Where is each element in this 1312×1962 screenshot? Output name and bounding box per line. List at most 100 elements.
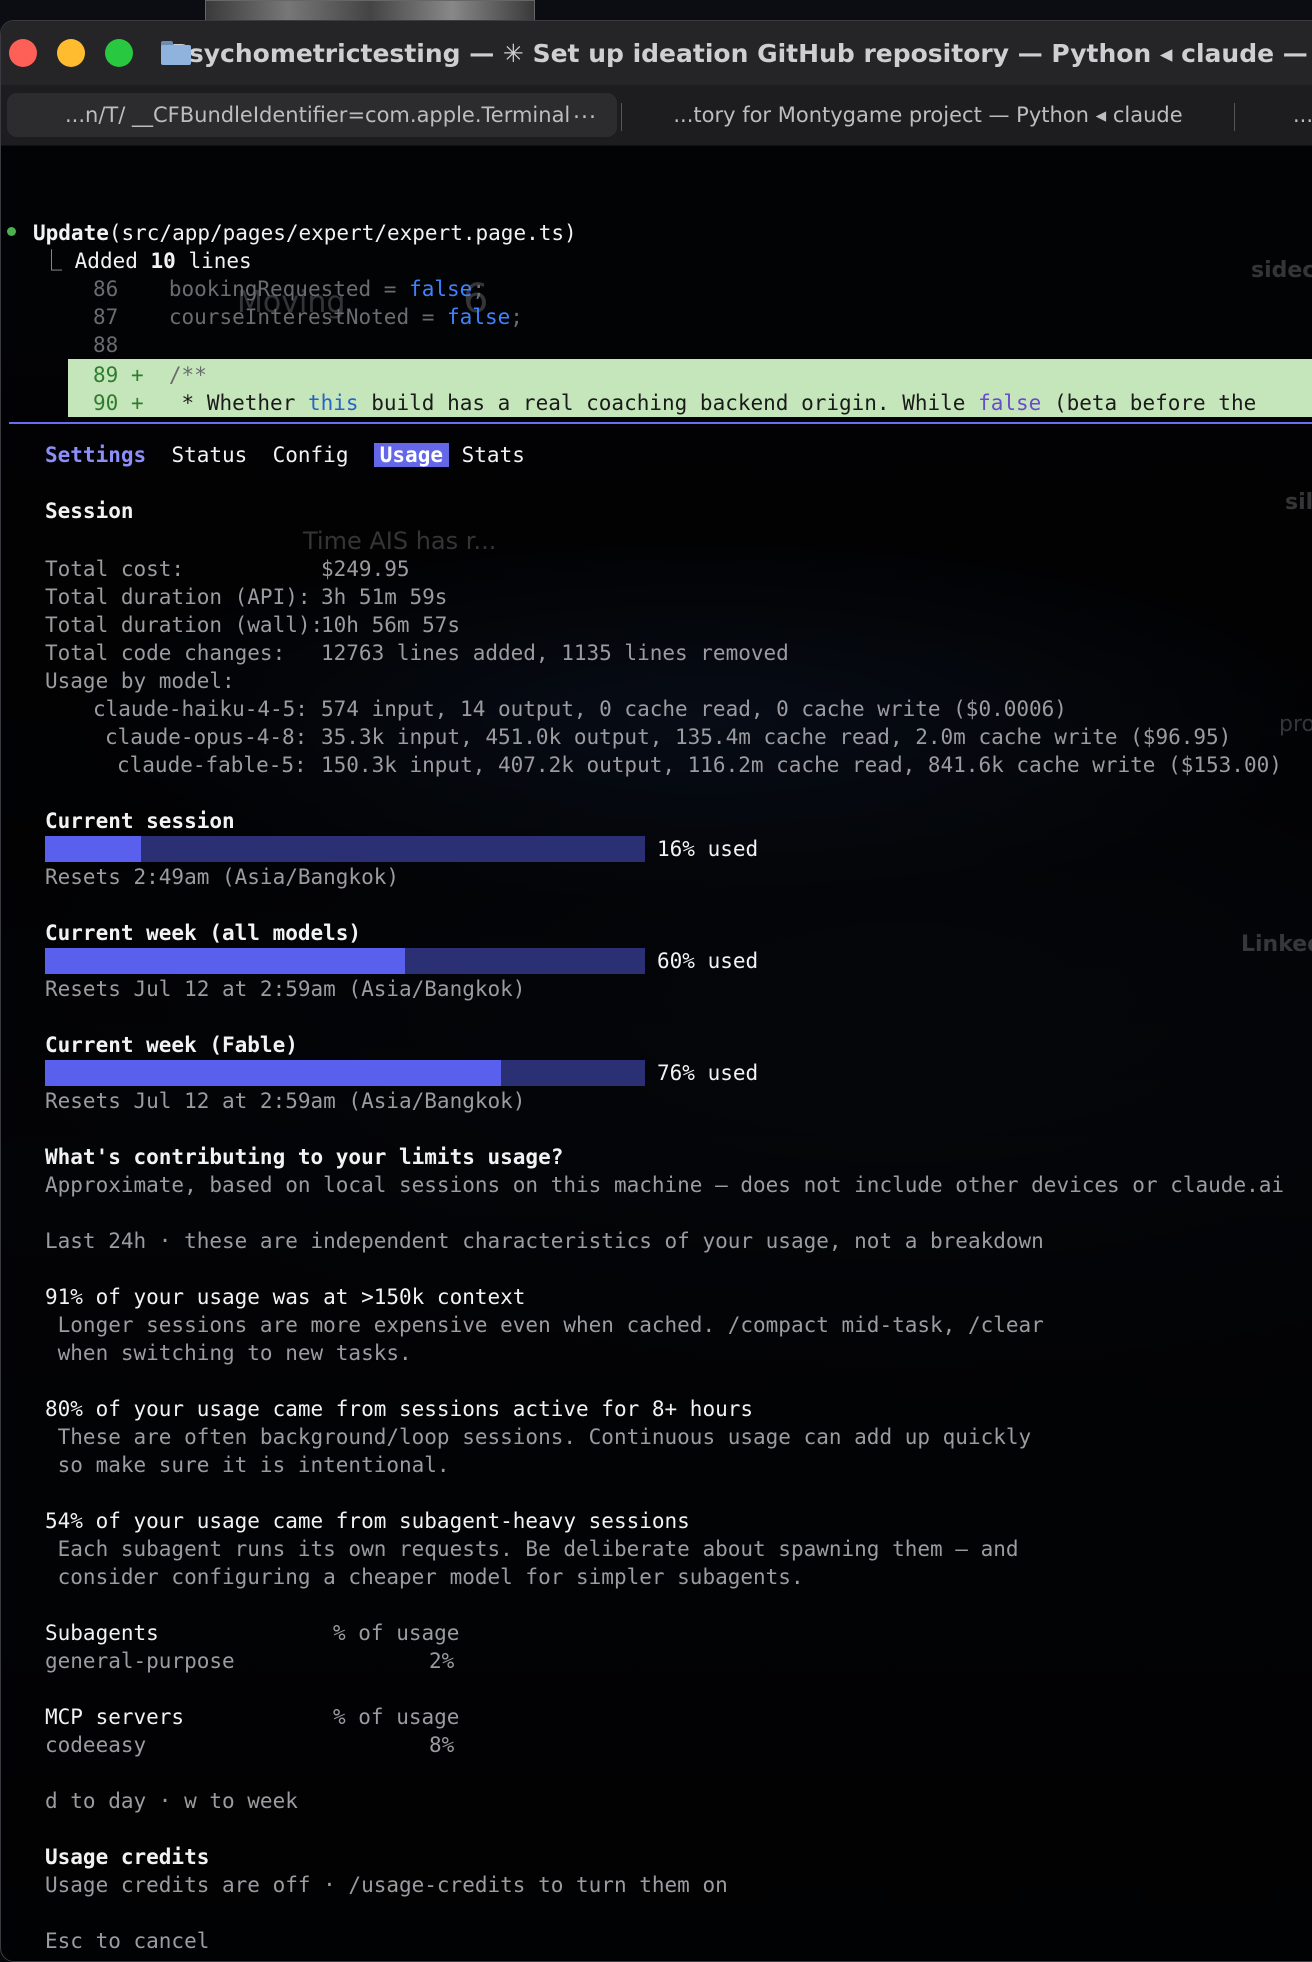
- code-keyword: this: [307, 391, 359, 415]
- diff-context-line: 88: [93, 331, 118, 359]
- contrib-item-text: when switching to new tasks.: [45, 1341, 412, 1365]
- tab-overflow-icon[interactable]: ...: [573, 99, 597, 124]
- zoom-button[interactable]: [105, 39, 133, 67]
- line-number: 90: [93, 391, 119, 415]
- session-label: Total code changes:: [45, 641, 286, 665]
- progress-fill: [45, 1060, 501, 1086]
- terminal-window: Psychometrictesting — ✳ Set up ideation …: [0, 20, 1312, 1962]
- session-label: Total duration (wall):: [45, 613, 324, 637]
- model-usage: 150.3k input, 407.2k output, 116.2m cach…: [321, 753, 1282, 777]
- status-dot-icon: [7, 227, 16, 236]
- session-label: Total duration (API):: [45, 585, 311, 609]
- mcp-server-name: codeeasy: [45, 1733, 147, 1757]
- code-text: (beta before the: [1041, 391, 1257, 415]
- tab-divider: [1234, 103, 1235, 131]
- diff-sign: +: [130, 363, 144, 387]
- contrib-item-text: Longer sessions are more expensive even …: [45, 1313, 1044, 1337]
- contrib-note: Approximate, based on local sessions on …: [45, 1173, 1285, 1197]
- tab-terminal[interactable]: ...n/T/ __CFBundleIdentifier=com.apple.T…: [7, 93, 617, 137]
- contrib-item-text: so make sure it is intentional.: [45, 1453, 450, 1477]
- summary-prefix: Added: [74, 249, 151, 273]
- code-text: ;: [472, 277, 485, 301]
- period-toggle-hint: d to day · w to week: [45, 1789, 298, 1813]
- contrib-item-title: 91% of your usage was at >150k context: [45, 1285, 526, 1309]
- settings-menu: Settings Status Config Usage Stats: [45, 441, 525, 469]
- line-number: 89: [93, 363, 119, 387]
- code-text: ;: [510, 305, 523, 329]
- limit-used-label: 76% used: [657, 1061, 759, 1085]
- update-file: (src/app/pages/expert/expert.page.ts): [108, 221, 577, 245]
- code-text: courseInterestNoted =: [168, 305, 448, 329]
- limit-resets: Resets Jul 12 at 2:59am (Asia/Bangkok): [45, 1089, 526, 1113]
- progress-bar: [45, 836, 645, 862]
- tab-stats[interactable]: Stats: [462, 443, 525, 467]
- subagents-col-header: % of usage: [333, 1621, 460, 1645]
- session-value: $249.95: [321, 557, 410, 581]
- contrib-item-title: 54% of your usage came from subagent-hea…: [45, 1509, 690, 1533]
- contrib-item-text: consider configuring a cheaper model for…: [45, 1565, 804, 1589]
- summary-suffix: lines: [175, 249, 252, 273]
- usage-by-model-label: Usage by model:: [45, 669, 235, 693]
- contrib-period: Last 24h · these are independent charact…: [45, 1229, 1044, 1253]
- limit-title: Current session: [45, 809, 235, 833]
- tab-montygame[interactable]: ...tory for Montygame project — Python ◂…: [623, 93, 1233, 137]
- update-header: Update(src/app/pages/expert/expert.page.…: [33, 219, 577, 247]
- code-keyword: false: [447, 305, 511, 329]
- cancel-hint: Esc to cancel: [45, 1929, 210, 1953]
- tab-label: ...: [1293, 103, 1312, 127]
- summary-count: 10: [150, 249, 176, 273]
- terminal-content: Moving 6 Time AIS has r... sidec sil pro…: [1, 145, 1312, 1961]
- code-text: /**: [168, 363, 207, 387]
- session-value: 12763 lines added, 1135 lines removed: [321, 641, 789, 665]
- tab-divider: [621, 103, 622, 131]
- progress-fill: [45, 948, 405, 974]
- bg-ghost-time: Time AIS has r...: [303, 527, 497, 555]
- tab-settings[interactable]: Settings: [45, 443, 146, 467]
- session-heading: Session: [45, 499, 134, 523]
- tab-bar: ...n/T/ __CFBundleIdentifier=com.apple.T…: [1, 85, 1312, 146]
- progress-bar: [45, 948, 645, 974]
- contrib-item-text: These are often background/loop sessions…: [45, 1425, 1032, 1449]
- contrib-item-text: Each subagent runs its own requests. Be …: [45, 1537, 1019, 1561]
- bg-ghost-side: sil: [1285, 490, 1312, 515]
- update-action: Update: [33, 221, 109, 245]
- limit-used-label: 60% used: [657, 949, 759, 973]
- tab-label: ...tory for Montygame project — Python ◂…: [673, 103, 1183, 127]
- diff-added-line: 90 + * Whether this build has a real coa…: [93, 389, 1256, 417]
- close-button[interactable]: [9, 39, 37, 67]
- line-number: 88: [93, 333, 119, 357]
- code-keyword: false: [978, 391, 1042, 415]
- background-window-thumbnail: [205, 0, 535, 22]
- progress-bar: [45, 1060, 645, 1086]
- subagent-name: general-purpose: [45, 1649, 235, 1673]
- tab-usage[interactable]: Usage: [373, 443, 449, 467]
- tab-status[interactable]: Status: [171, 443, 247, 467]
- limit-title: Current week (all models): [45, 921, 362, 945]
- code-text: build has a real coaching backend origin…: [358, 391, 979, 415]
- tab-label: ...n/T/ __CFBundleIdentifier=com.apple.T…: [65, 103, 571, 127]
- model-name: claude-fable-5:: [117, 753, 307, 777]
- diff-context-line: 86 bookingRequested = false;: [93, 275, 485, 303]
- limit-resets: Resets Jul 12 at 2:59am (Asia/Bangkok): [45, 977, 526, 1001]
- mcp-header: MCP servers: [45, 1705, 185, 1729]
- code-text: * Whether: [168, 391, 308, 415]
- credits-text: Usage credits are off · /usage-credits t…: [45, 1873, 728, 1897]
- limit-used-label: 16% used: [657, 837, 759, 861]
- contrib-item-title: 80% of your usage came from sessions act…: [45, 1397, 754, 1421]
- session-value: 10h 56m 57s: [321, 613, 461, 637]
- tab-more[interactable]: ...: [1261, 93, 1312, 137]
- bg-ghost-side: pro: [1279, 712, 1312, 737]
- session-value: 3h 51m 59s: [321, 585, 448, 609]
- model-name: claude-haiku-4-5:: [93, 697, 308, 721]
- model-usage: 574 input, 14 output, 0 cache read, 0 ca…: [321, 697, 1067, 721]
- line-number: 87: [93, 305, 119, 329]
- model-usage: 35.3k input, 451.0k output, 135.4m cache…: [321, 725, 1232, 749]
- minimize-button[interactable]: [57, 39, 85, 67]
- update-summary: ⎿ Added 10 lines: [41, 247, 252, 275]
- code-text: bookingRequested =: [168, 277, 410, 301]
- limit-resets: Resets 2:49am (Asia/Bangkok): [45, 865, 400, 889]
- diff-added-line: 89 + /**: [93, 361, 207, 389]
- bg-ghost-side: sidec: [1251, 258, 1312, 283]
- session-label: Total cost:: [45, 557, 185, 581]
- tab-config[interactable]: Config: [273, 443, 349, 467]
